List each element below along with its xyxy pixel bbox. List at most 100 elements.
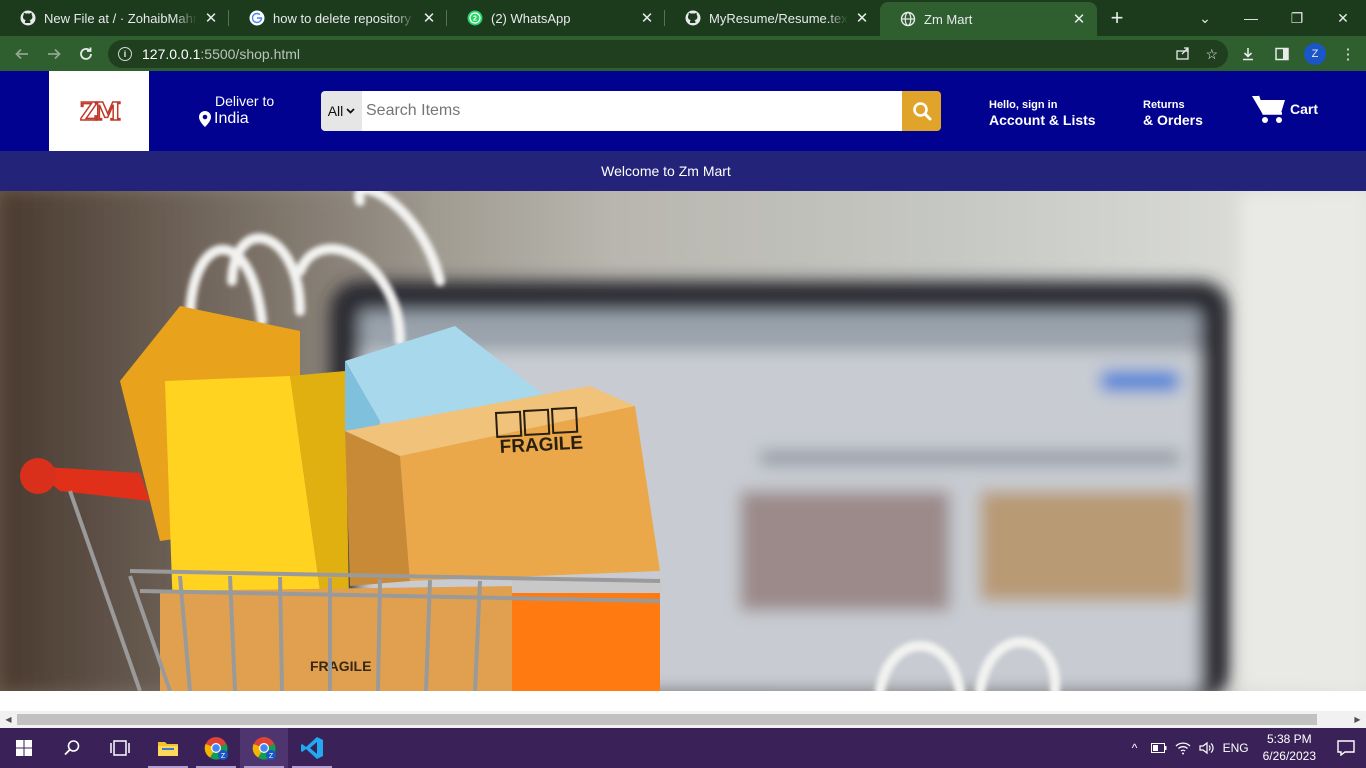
new-tab-button[interactable]: + [1097, 0, 1137, 36]
volume-icon[interactable] [1195, 728, 1219, 768]
cart-label: Cart [1290, 101, 1319, 117]
task-view-button[interactable] [96, 728, 144, 768]
deliver-to[interactable]: Deliver to India [199, 93, 274, 128]
chrome-icon: Z [204, 737, 228, 760]
address-bar[interactable]: i 127.0.0.1:5500/shop.html ☆ [108, 40, 1228, 68]
window-controls: ⌄ — ❐ ✕ [1182, 0, 1366, 36]
welcome-text: Welcome to Zm Mart [601, 163, 731, 179]
start-button[interactable] [0, 728, 48, 768]
minimize-button[interactable]: — [1228, 3, 1274, 33]
chevron-down-icon [346, 108, 355, 114]
chrome-taskbar-active[interactable]: Z [240, 728, 288, 768]
github-icon [20, 10, 36, 26]
svg-text:2: 2 [473, 16, 477, 23]
google-icon [249, 10, 265, 26]
vscode-taskbar[interactable] [288, 728, 336, 768]
clock-date: 6/26/2023 [1262, 749, 1316, 763]
menu-kebab-icon[interactable]: ⋮ [1336, 42, 1360, 66]
chrome-profile-badge: Z [221, 753, 226, 760]
scrollbar-thumb[interactable] [17, 714, 1317, 725]
forward-button[interactable] [38, 38, 70, 70]
browser-toolbar: i 127.0.0.1:5500/shop.html ☆ [0, 36, 1366, 71]
reload-icon [80, 47, 92, 60]
folder-icon [158, 742, 178, 756]
tab-title: (2) WhatsApp [491, 10, 571, 26]
search-icon [912, 102, 931, 121]
browser-tab-google-search[interactable]: how to delete repository in git ✕ [229, 0, 447, 36]
notifications-icon[interactable] [1326, 728, 1366, 768]
close-icon[interactable]: ✕ [854, 10, 870, 27]
restore-button[interactable]: ❐ [1274, 3, 1320, 33]
taskbar-search-button[interactable] [48, 728, 96, 768]
close-icon[interactable]: ✕ [203, 10, 219, 27]
tab-title: MyResume/Resume.tex at main [709, 10, 848, 26]
windows-taskbar: Z Z ^ ENG 5:38 PM 6/26/2023 [0, 728, 1366, 768]
browser-tab-whatsapp[interactable]: 2 (2) WhatsApp ✕ [447, 0, 665, 36]
site-logo[interactable]: ZM [49, 71, 149, 151]
info-icon[interactable]: i [118, 47, 132, 61]
account-lists-link[interactable]: Hello, sign in Account & Lists [989, 99, 1096, 128]
search-category-select[interactable]: All [321, 91, 362, 131]
welcome-banner: Welcome to Zm Mart [0, 151, 1366, 191]
whatsapp-icon: 2 [467, 10, 483, 26]
vscode-icon [301, 737, 323, 759]
github-icon [685, 10, 701, 26]
url-host: 127.0.0.1 [142, 46, 201, 62]
account-greeting: Hello, sign in [989, 99, 1058, 111]
returns-label: Returns [1143, 99, 1185, 111]
profile-avatar[interactable]: Z [1304, 42, 1326, 65]
search-icon [64, 740, 80, 756]
search-input[interactable] [362, 91, 902, 131]
browser-tab-zm-mart[interactable]: Zm Mart ✕ [880, 2, 1097, 36]
browser-tab-github-newfile[interactable]: New File at / · ZohaibMahmood ✕ [0, 0, 229, 36]
reload-button[interactable] [70, 38, 102, 70]
browser-tab-strip: New File at / · ZohaibMahmood ✕ how to d… [0, 0, 1366, 36]
download-icon[interactable] [1236, 42, 1260, 66]
side-panel-icon[interactable] [1270, 42, 1294, 66]
globe-icon [900, 11, 916, 27]
deliver-label: Deliver to [215, 93, 275, 109]
toolbar-actions: Z ⋮ [1236, 36, 1360, 71]
back-button[interactable] [6, 38, 38, 70]
hero-illustration: FRAGILE FRAGILE [0, 191, 1366, 691]
tab-title: New File at / · ZohaibMahmood [44, 10, 197, 26]
tab-title: Zm Mart [924, 11, 973, 27]
browser-tab-github-resume[interactable]: MyResume/Resume.tex at main ✕ [665, 0, 880, 36]
search-bar: All [321, 91, 941, 131]
returns-orders-link[interactable]: Returns & Orders [1143, 99, 1203, 128]
battery-icon[interactable] [1147, 728, 1171, 768]
logo-text: ZM [79, 96, 122, 127]
cart-link[interactable]: Cart [1251, 93, 1318, 125]
language-indicator[interactable]: ENG [1219, 728, 1253, 768]
chrome-icon: Z [252, 737, 276, 760]
account-title: Account & Lists [989, 112, 1096, 128]
back-arrow-icon [15, 48, 28, 59]
tab-search-chevron-icon[interactable]: ⌄ [1182, 3, 1228, 33]
clock-time: 5:38 PM [1266, 732, 1312, 746]
svg-text:FRAGILE: FRAGILE [310, 658, 371, 674]
scroll-left-arrow-icon[interactable]: ◀ [0, 711, 17, 728]
location-pin-icon [199, 111, 211, 127]
chrome-taskbar[interactable]: Z [192, 728, 240, 768]
bookmark-star-icon[interactable]: ☆ [1205, 46, 1218, 63]
close-window-button[interactable]: ✕ [1320, 3, 1366, 33]
url-path: :5500/shop.html [200, 46, 301, 62]
show-hidden-icons-chevron-icon[interactable]: ^ [1123, 728, 1147, 768]
close-icon[interactable]: ✕ [639, 10, 655, 27]
windows-logo-icon [16, 740, 32, 756]
scroll-right-arrow-icon[interactable]: ▶ [1349, 711, 1366, 728]
file-explorer-taskbar[interactable] [144, 728, 192, 768]
share-icon[interactable] [1175, 45, 1191, 64]
task-view-icon [110, 740, 130, 756]
deliver-location: India [214, 110, 249, 127]
shopping-cart-icon [1252, 95, 1285, 123]
hero-image: FRAGILE FRAGILE [0, 191, 1366, 691]
horizontal-scrollbar[interactable]: ◀ ▶ [0, 711, 1366, 728]
clock[interactable]: 5:38 PM 6/26/2023 [1253, 728, 1326, 768]
search-button[interactable] [902, 91, 941, 131]
forward-arrow-icon [48, 48, 61, 59]
close-icon[interactable]: ✕ [1071, 11, 1087, 28]
wifi-icon[interactable] [1171, 728, 1195, 768]
tab-title: how to delete repository in git [273, 10, 415, 26]
close-icon[interactable]: ✕ [421, 10, 437, 27]
